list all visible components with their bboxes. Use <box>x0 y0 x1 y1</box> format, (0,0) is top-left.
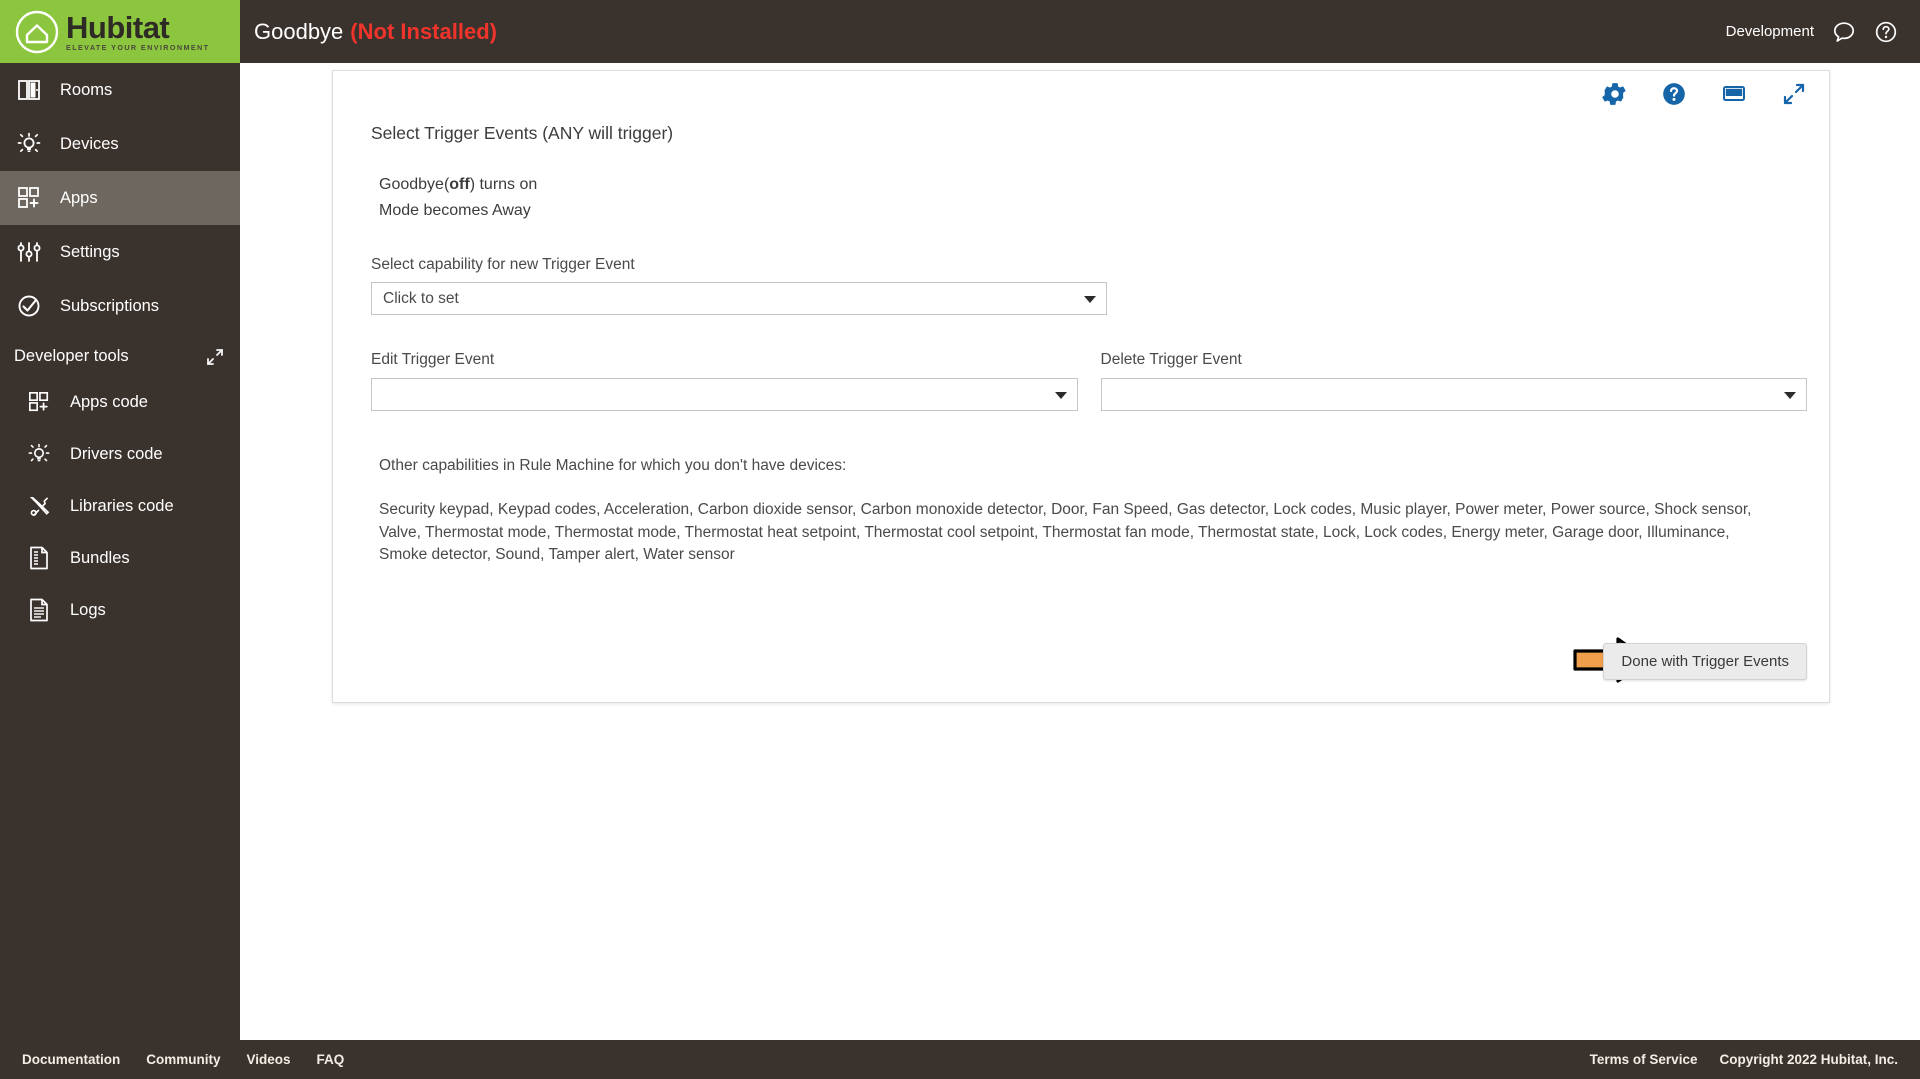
trigger-events-card: Select Trigger Events (ANY will trigger)… <box>332 70 1830 703</box>
trigger-row: Goodbye(off) turns on <box>379 174 1807 196</box>
trigger-row: Mode becomes Away <box>379 200 1807 222</box>
card-toolbar <box>1601 81 1807 107</box>
other-capabilities-list: Security keypad, Keypad codes, Accelerat… <box>379 501 1752 563</box>
chat-bubble-icon[interactable] <box>1832 20 1856 44</box>
card-actions: Done with Trigger Events <box>1603 643 1807 680</box>
sidebar-item-apps-code[interactable]: Apps code <box>10 376 240 428</box>
hubitat-house-logo-icon <box>15 10 59 53</box>
environment-label: Development <box>1725 23 1814 40</box>
hubitat-app-window: Hubitat ELEVATE YOUR ENVIRONMENT Rooms D… <box>0 0 1920 1079</box>
sidebar-item-label: Subscriptions <box>60 296 160 315</box>
main-content: Select Trigger Events (ANY will trigger)… <box>240 63 1920 1040</box>
trigger-text-suffix: ) turns on <box>469 176 538 193</box>
drivers-code-bulb-icon <box>22 440 56 468</box>
bundles-zip-icon <box>22 544 56 572</box>
sidebar-item-rooms[interactable]: Rooms <box>0 63 240 117</box>
developer-tools-nav: Apps code Drivers code Libraries code Bu… <box>0 376 240 636</box>
subscriptions-check-icon <box>12 292 46 320</box>
help-circle-icon[interactable] <box>1661 81 1687 107</box>
footer-links: Documentation Community Videos FAQ <box>22 1052 344 1067</box>
sidebar-item-drivers-code[interactable]: Drivers code <box>10 428 240 480</box>
apps-code-grid-icon <box>22 388 56 416</box>
collapse-arrows-icon[interactable] <box>206 348 224 366</box>
developer-tools-label: Developer tools <box>14 347 129 365</box>
footer-link-documentation[interactable]: Documentation <box>22 1052 120 1067</box>
done-with-trigger-events-button[interactable]: Done with Trigger Events <box>1603 643 1807 680</box>
sidebar-item-label: Settings <box>60 242 120 261</box>
capability-select[interactable]: Click to set <box>371 282 1107 315</box>
card-body: Select Trigger Events (ANY will trigger)… <box>333 71 1829 567</box>
sidebar-item-label: Logs <box>70 600 106 619</box>
libraries-code-tools-icon <box>22 492 56 520</box>
delete-trigger-group: Delete Trigger Event <box>1100 351 1807 411</box>
sidebar-item-settings[interactable]: Settings <box>0 225 240 279</box>
sidebar-item-label: Devices <box>60 134 119 153</box>
sidebar-item-label: Rooms <box>60 80 113 99</box>
trigger-text: Mode becomes Away <box>379 202 531 219</box>
sidebar-item-label: Apps <box>60 188 98 207</box>
capability-select-value: Click to set <box>383 289 459 307</box>
apps-grid-icon <box>12 184 46 212</box>
footer-link-videos[interactable]: Videos <box>247 1052 291 1067</box>
edit-trigger-label: Edit Trigger Event <box>371 351 495 368</box>
sidebar: Hubitat ELEVATE YOUR ENVIRONMENT Rooms D… <box>0 0 240 1040</box>
top-header-bar: Goodbye (Not Installed) Development <box>240 0 1920 63</box>
trigger-text: Goodbye( <box>379 176 450 193</box>
sidebar-nav: Rooms Devices Apps Settings Subscription… <box>0 63 240 333</box>
header-right-controls: Development <box>1726 20 1898 44</box>
chevron-down-icon <box>1054 391 1067 399</box>
sidebar-item-devices[interactable]: Devices <box>0 117 240 171</box>
edit-trigger-group: Edit Trigger Event <box>371 351 1078 411</box>
footer-link-community[interactable]: Community <box>146 1052 220 1067</box>
sidebar-item-apps[interactable]: Apps <box>0 171 240 225</box>
brand-tagline: ELEVATE YOUR ENVIRONMENT <box>66 42 210 52</box>
developer-tools-header[interactable]: Developer tools <box>0 333 240 376</box>
chevron-down-icon <box>1784 391 1796 399</box>
footer-legal: Terms of Service Copyright 2022 Hubitat,… <box>1590 1052 1898 1067</box>
display-icon[interactable] <box>1721 81 1747 107</box>
devices-bulb-icon <box>12 130 46 158</box>
section-title: Select Trigger Events (ANY will trigger) <box>371 123 674 143</box>
brand-name: Hubitat <box>66 9 170 45</box>
expand-icon[interactable] <box>1781 81 1807 107</box>
sidebar-item-label: Drivers code <box>70 444 163 463</box>
edit-trigger-select[interactable] <box>371 378 1078 411</box>
footer-link-faq[interactable]: FAQ <box>317 1052 345 1067</box>
gear-icon[interactable] <box>1601 81 1627 107</box>
sidebar-item-libraries-code[interactable]: Libraries code <box>10 480 240 532</box>
delete-trigger-label: Delete Trigger Event <box>1100 351 1242 368</box>
status-badge: (Not Installed) <box>350 18 497 44</box>
sidebar-item-label: Apps code <box>70 392 148 411</box>
sidebar-item-label: Bundles <box>70 548 130 567</box>
footer-copyright: Copyright 2022 Hubitat, Inc. <box>1719 1052 1898 1067</box>
hubitat-logo[interactable]: Hubitat ELEVATE YOUR ENVIRONMENT <box>0 0 240 63</box>
logs-document-icon <box>22 596 56 624</box>
delete-trigger-select[interactable] <box>1100 378 1807 411</box>
sidebar-item-logs[interactable]: Logs <box>10 584 240 636</box>
footer: Documentation Community Videos FAQ Terms… <box>0 1040 1920 1079</box>
other-capabilities-heading: Other capabilities in Rule Machine for w… <box>379 457 847 474</box>
rooms-icon <box>12 76 46 104</box>
settings-sliders-icon <box>12 238 46 266</box>
help-circle-icon[interactable] <box>1874 20 1898 44</box>
page-title: Goodbye <box>254 18 344 44</box>
sidebar-item-bundles[interactable]: Bundles <box>10 532 240 584</box>
existing-triggers-list: Goodbye(off) turns on Mode becomes Away <box>355 174 1807 222</box>
capability-select-label: Select capability for new Trigger Event <box>371 256 635 273</box>
sidebar-item-subscriptions[interactable]: Subscriptions <box>0 279 240 333</box>
edit-delete-row: Edit Trigger Event Delete Trigger Event <box>355 351 1807 411</box>
chevron-down-icon <box>1084 295 1096 303</box>
trigger-state: off <box>449 176 470 193</box>
footer-link-terms-of-service[interactable]: Terms of Service <box>1590 1052 1698 1067</box>
sidebar-item-label: Libraries code <box>70 496 174 515</box>
hubitat-wordmark: Hubitat ELEVATE YOUR ENVIRONMENT <box>66 12 209 51</box>
